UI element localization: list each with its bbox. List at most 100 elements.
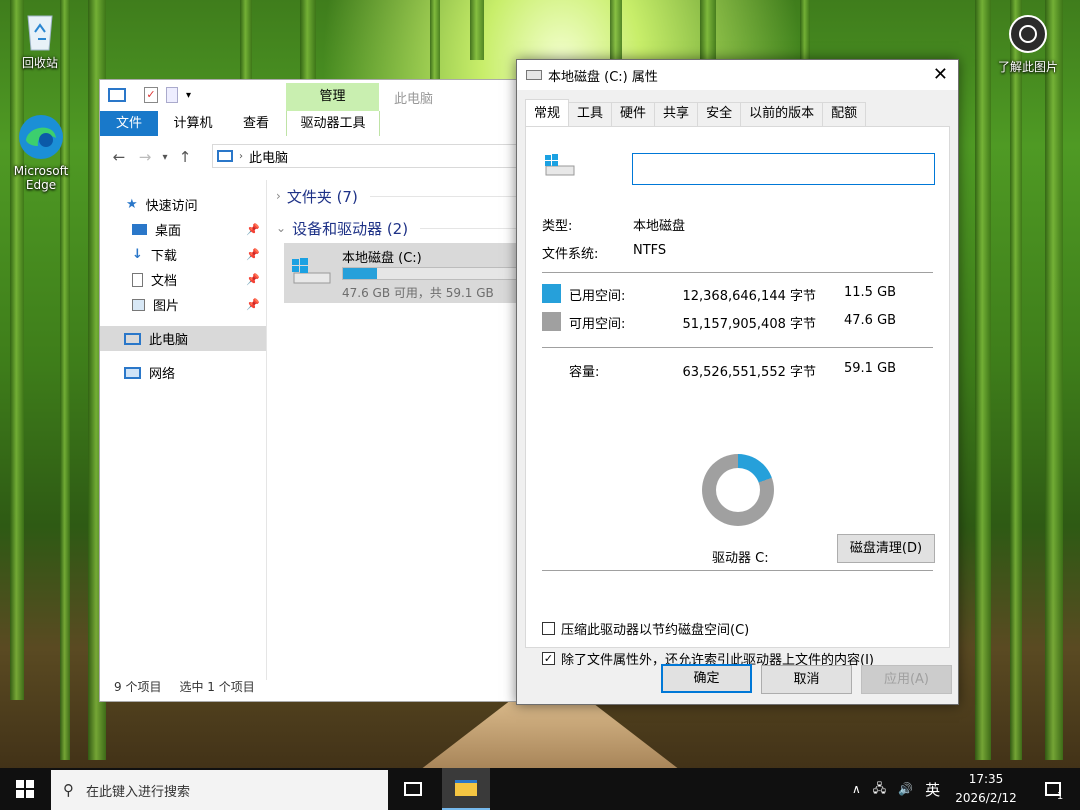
picture-icon xyxy=(132,298,145,311)
tab-tools[interactable]: 工具 xyxy=(568,102,613,126)
tab-security[interactable]: 安全 xyxy=(697,102,742,126)
edge-desktop-icon[interactable]: Microsoft Edge xyxy=(1,112,81,192)
free-space-label: 可用空间: xyxy=(569,317,626,332)
nav-label: 桌面 xyxy=(155,224,182,239)
taskbar: ⚲ 在此键入进行搜索 ∧ 🖧 🔊 英 17:35 2026/2/12 1 xyxy=(0,768,1080,810)
group-devices[interactable]: ⌄ 设备和驱动器 (2) xyxy=(270,214,538,242)
drive-free-text: 47.6 GB 可用，共 59.1 GB xyxy=(342,286,494,300)
nav-label: 图片 xyxy=(153,299,180,314)
up-button[interactable]: ↑ xyxy=(172,148,198,166)
dialog-titlebar: 本地磁盘 (C:) 属性 xyxy=(517,60,958,90)
nav-label: 快速访问 xyxy=(145,199,198,214)
taskbar-search-box[interactable]: ⚲ 在此键入进行搜索 xyxy=(51,770,388,810)
nav-item-documents[interactable]: 文档 📌 xyxy=(100,267,266,292)
general-tab-panel: 类型: 本地磁盘 文件系统: NTFS 已用空间: 12,368,646,144… xyxy=(525,126,950,668)
chevron-right-icon: › xyxy=(276,189,281,203)
compress-label: 压缩此驱动器以节约磁盘空间(C) xyxy=(561,623,750,638)
checkbox-box xyxy=(542,622,555,635)
clock-time: 17:35 xyxy=(968,772,1004,786)
close-icon[interactable]: ✕ xyxy=(933,64,948,85)
computer-icon xyxy=(217,150,233,162)
computer-icon xyxy=(124,332,141,345)
apply-button[interactable]: 应用(A) xyxy=(861,665,952,694)
nav-label: 此电脑 xyxy=(149,333,189,348)
checkbox-box: ✓ xyxy=(542,652,555,665)
clock-date: 2026/2/12 xyxy=(955,791,1017,805)
drive-c-tile[interactable]: 本地磁盘 (C:) 47.6 GB 可用，共 59.1 GB xyxy=(284,243,544,303)
nav-item-network[interactable]: 网络 xyxy=(100,360,266,385)
drive-label-input[interactable] xyxy=(632,153,935,185)
drive-letter-label: 驱动器 C: xyxy=(712,551,769,566)
item-count: 9 个项目 xyxy=(114,680,162,694)
content-pane: › 文件夹 (7) ⌄ 设备和驱动器 (2) 本地磁盘 (C:) 47.6 GB… xyxy=(270,180,544,680)
edge-icon xyxy=(16,112,66,162)
recycle-bin-desktop-icon[interactable]: 回收站 xyxy=(0,8,80,71)
properties-icon[interactable]: ✓ xyxy=(144,87,158,103)
compress-checkbox[interactable]: 压缩此驱动器以节约磁盘空间(C) xyxy=(542,619,749,638)
notification-count: 1 xyxy=(1056,790,1064,802)
document-icon xyxy=(132,272,143,287)
clock[interactable]: 17:35 2026/2/12 xyxy=(948,770,1024,808)
file-explorer-taskbar-button[interactable] xyxy=(442,768,490,810)
cancel-button[interactable]: 取消 xyxy=(761,665,852,694)
used-space-bytes: 12,368,646,144 字节 xyxy=(682,289,816,304)
nav-label: 文档 xyxy=(151,274,178,289)
forward-button[interactable]: → xyxy=(132,148,158,166)
learn-picture-desktop-icon[interactable]: 了解此图片 xyxy=(988,12,1068,75)
nav-label: 网络 xyxy=(149,367,176,382)
task-view-button[interactable] xyxy=(389,768,437,810)
drive-icon xyxy=(526,70,542,80)
status-bar: 9 个项目 选中 1 个项目 xyxy=(114,678,255,695)
network-icon[interactable]: 🖧 xyxy=(873,779,886,800)
computer-icon[interactable] xyxy=(108,88,126,102)
tab-previous-versions[interactable]: 以前的版本 xyxy=(740,102,824,126)
edge-label: Microsoft Edge xyxy=(13,164,69,192)
drive-icon xyxy=(543,153,577,179)
type-value: 本地磁盘 xyxy=(633,219,686,234)
volume-icon[interactable]: 🔊 xyxy=(898,782,913,796)
nav-item-desktop[interactable]: 桌面 📌 xyxy=(100,217,266,242)
drive-properties-dialog: 本地磁盘 (C:) 属性 ✕ 常规 工具 硬件 共享 安全 以前的版本 配额 类… xyxy=(516,59,959,705)
tab-view[interactable]: 查看 xyxy=(228,111,284,136)
search-placeholder: 在此键入进行搜索 xyxy=(86,784,191,800)
task-view-icon xyxy=(404,782,422,796)
group-devices-title: 设备和驱动器 (2) xyxy=(292,219,409,238)
new-folder-icon[interactable] xyxy=(166,87,178,103)
tab-hardware[interactable]: 硬件 xyxy=(611,102,656,126)
selection-count: 选中 1 个项目 xyxy=(179,680,255,694)
back-button[interactable]: ← xyxy=(106,148,132,166)
capacity-bytes: 63,526,551,552 字节 xyxy=(682,365,816,380)
address-bar[interactable]: › 此电脑 xyxy=(212,144,542,168)
ok-button[interactable]: 确定 xyxy=(661,664,752,693)
window-title: 此电脑 xyxy=(394,92,434,107)
free-space-swatch xyxy=(542,312,561,331)
ime-indicator[interactable]: 英 xyxy=(925,779,940,800)
tab-computer[interactable]: 计算机 xyxy=(158,111,228,136)
tab-file[interactable]: 文件 xyxy=(100,111,158,136)
filesystem-label: 文件系统: xyxy=(542,247,599,262)
customize-toolbar-icon[interactable]: ▾ xyxy=(186,90,191,101)
recycle-bin-icon xyxy=(20,8,60,52)
dialog-title: 本地磁盘 (C:) 属性 xyxy=(548,69,658,85)
disk-cleanup-button[interactable]: 磁盘清理(D) xyxy=(837,534,935,563)
capacity-gb: 59.1 GB xyxy=(844,361,897,376)
tab-general[interactable]: 常规 xyxy=(525,99,570,126)
nav-item-pictures[interactable]: 图片 📌 xyxy=(100,292,266,317)
group-folders[interactable]: › 文件夹 (7) xyxy=(270,182,538,210)
tab-quota[interactable]: 配额 xyxy=(822,102,867,126)
dialog-tabs: 常规 工具 硬件 共享 安全 以前的版本 配额 xyxy=(525,99,867,126)
tab-drive-tools[interactable]: 驱动器工具 xyxy=(286,111,380,136)
chevron-up-icon[interactable]: ∧ xyxy=(852,782,861,796)
pin-icon: 📌 xyxy=(246,273,260,286)
tab-sharing[interactable]: 共享 xyxy=(654,102,699,126)
desktop-icon xyxy=(132,224,147,235)
nav-item-quick-access[interactable]: ★ 快速访问 xyxy=(100,192,266,217)
nav-item-this-pc[interactable]: 此电脑 xyxy=(100,326,266,351)
star-icon: ★ xyxy=(126,197,138,212)
start-button[interactable] xyxy=(0,768,50,810)
notification-center-button[interactable]: 1 xyxy=(1030,768,1078,810)
filesystem-value: NTFS xyxy=(633,243,667,258)
recent-locations-button[interactable]: ▾ xyxy=(158,152,172,163)
system-tray: ∧ 🖧 🔊 英 xyxy=(852,768,940,810)
nav-item-downloads[interactable]: ↓ 下载 📌 xyxy=(100,242,266,267)
